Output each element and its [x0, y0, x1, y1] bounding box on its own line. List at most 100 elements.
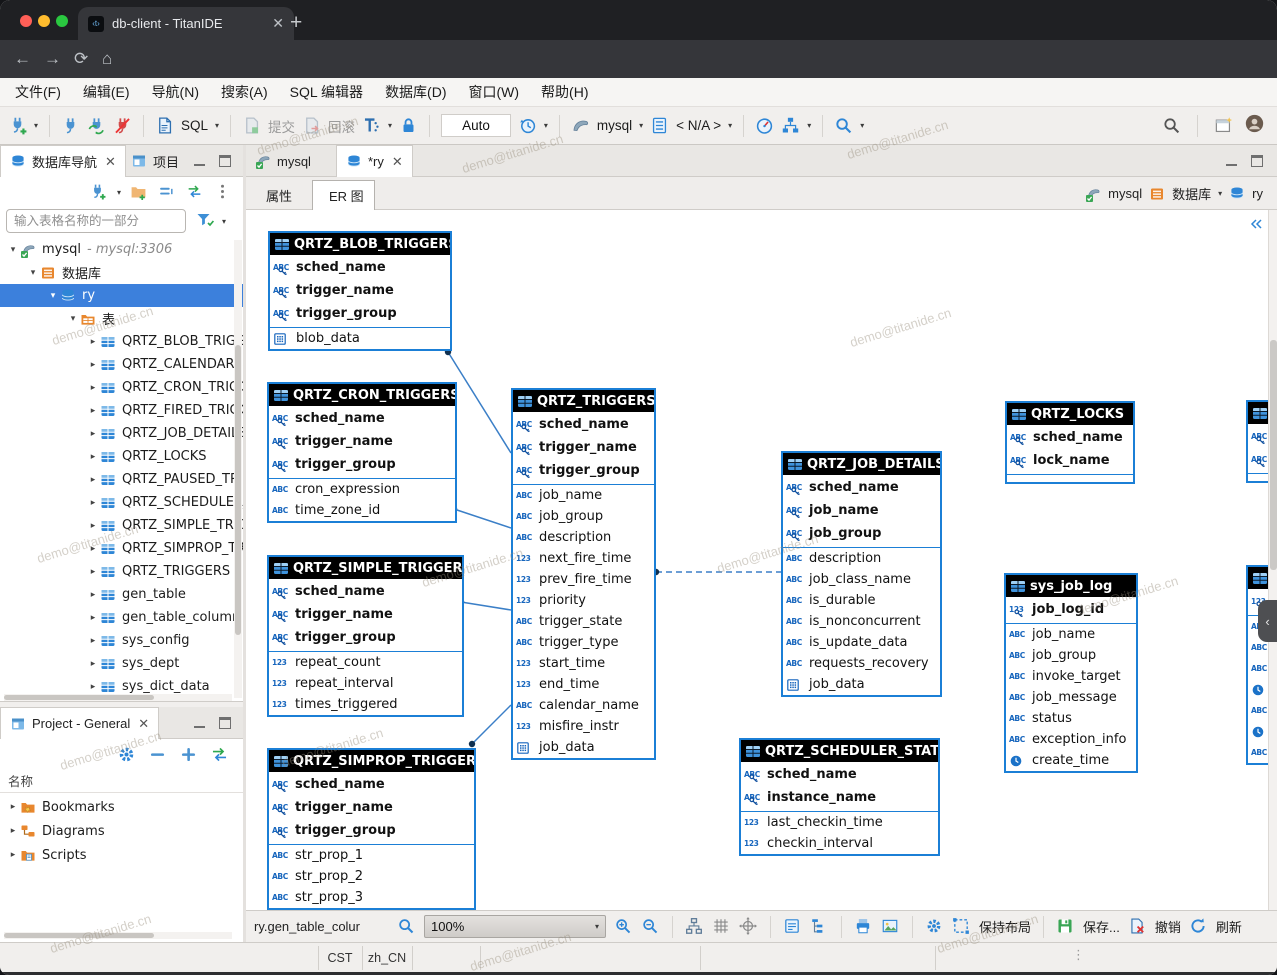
- transaction-caret-icon[interactable]: ▾: [388, 121, 392, 130]
- tree-expander-icon[interactable]: ▸: [86, 636, 100, 646]
- project-horizontal-scrollbar[interactable]: [4, 932, 232, 939]
- tree-expander-icon[interactable]: ▸: [86, 521, 100, 531]
- db-search-caret-icon[interactable]: ▾: [860, 121, 864, 130]
- er-entity-header[interactable]: QRTZ_JOB_DETAILS: [783, 453, 940, 475]
- er-field-trigger_name[interactable]: ABCtrigger_name: [269, 796, 474, 819]
- er-entity-clipped[interactable]: ABCABC: [1246, 400, 1268, 483]
- er-field-clipped[interactable]: ABC: [1248, 658, 1268, 679]
- er-field-str_prop_3[interactable]: ABCstr_prop_3: [269, 887, 474, 908]
- tree-item-QRTZ_CALENDARS[interactable]: ▸QRTZ_CALENDARS: [0, 353, 243, 376]
- project-maximize-icon[interactable]: [219, 717, 231, 729]
- er-field-job_group[interactable]: ABCjob_group: [513, 506, 654, 527]
- er-field-time_zone_id[interactable]: ABCtime_zone_id: [269, 500, 455, 521]
- er-entity-header[interactable]: QRTZ_CRON_TRIGGERS: [269, 384, 455, 406]
- browser-tab[interactable]: ‹t› db-client - TitanIDE ✕: [78, 7, 294, 40]
- er-field-trigger_group[interactable]: ABCtrigger_group: [270, 302, 450, 325]
- er-field-invoke_target[interactable]: ABCinvoke_target: [1006, 666, 1136, 687]
- editor-tab-ry[interactable]: *ry ✕: [336, 145, 413, 177]
- tab-database-navigator[interactable]: 数据库导航 ✕: [0, 145, 126, 177]
- project-minimize-icon[interactable]: [194, 717, 205, 728]
- subtab-er-diagram[interactable]: ER 图: [312, 180, 375, 210]
- er-entity-header[interactable]: QRTZ_SIMPROP_TRIGGERS: [269, 750, 474, 772]
- er-entity-QRTZ_SCHEDULER_STATE[interactable]: QRTZ_SCHEDULER_STATEABCsched_nameABCinst…: [739, 738, 940, 856]
- fit-page-icon[interactable]: [739, 917, 758, 936]
- palette-handle[interactable]: ‹: [1258, 600, 1277, 642]
- er-field-priority[interactable]: 123priority: [513, 590, 654, 611]
- er-field-trigger_name[interactable]: ABCtrigger_name: [269, 430, 455, 453]
- er-field-trigger_type[interactable]: ABCtrigger_type: [513, 632, 654, 653]
- project-expander-icon[interactable]: ▸: [6, 802, 20, 812]
- er-field-calendar_name[interactable]: ABCcalendar_name: [513, 695, 654, 716]
- er-entity-header[interactable]: QRTZ_LOCKS: [1007, 403, 1133, 425]
- project-expander-icon[interactable]: ▸: [6, 850, 20, 860]
- refresh-icon[interactable]: [1189, 917, 1208, 936]
- show-attributes-icon[interactable]: [810, 917, 829, 936]
- er-entity-header[interactable]: [1248, 567, 1268, 589]
- tree-expander-icon[interactable]: ▸: [86, 659, 100, 669]
- breadcrumb-schema[interactable]: ry: [1252, 186, 1263, 201]
- er-field-str_prop_2[interactable]: ABCstr_prop_2: [269, 866, 474, 887]
- editor-tab-mysql[interactable]: mysql: [246, 145, 320, 177]
- tree-expander-icon[interactable]: ▸: [86, 475, 100, 485]
- er-field-times_triggered[interactable]: 123times_triggered: [269, 694, 462, 715]
- er-field-trigger_name[interactable]: ABCtrigger_name: [269, 603, 462, 626]
- tab-project-general[interactable]: Project - General ✕: [0, 707, 159, 739]
- subtab-properties[interactable]: 属性: [250, 180, 302, 210]
- toggle-grid-icon[interactable]: [712, 917, 731, 936]
- er-entity-QRTZ_TRIGGERS[interactable]: QRTZ_TRIGGERSABCsched_nameABCtrigger_nam…: [511, 388, 656, 760]
- show-notes-icon[interactable]: [783, 917, 802, 936]
- er-field-trigger_state[interactable]: ABCtrigger_state: [513, 611, 654, 632]
- tree-item-QRTZ_BLOB_TRIGGERS[interactable]: ▸QRTZ_BLOB_TRIGGERS: [0, 330, 243, 353]
- menu-窗口W[interactable]: 窗口(W): [458, 82, 531, 102]
- tree-item-表[interactable]: ▾表: [0, 307, 243, 330]
- new-connection-caret-icon[interactable]: ▾: [34, 121, 38, 130]
- tasks-caret-icon[interactable]: ▾: [807, 121, 811, 130]
- er-field-sched_name[interactable]: ABCsched_name: [269, 580, 462, 603]
- er-field-trigger_group[interactable]: ABCtrigger_group: [269, 453, 455, 476]
- status-grip-icon[interactable]: ⋮: [1072, 947, 1084, 963]
- er-field-sched_name[interactable]: ABCsched_name: [269, 407, 455, 430]
- er-field-job_name[interactable]: ABCjob_name: [783, 499, 940, 522]
- editor-maximize-icon[interactable]: [1251, 155, 1263, 167]
- er-field-checkin_interval[interactable]: 123checkin_interval: [741, 833, 938, 854]
- er-field-job_log_id[interactable]: 123job_log_id: [1006, 598, 1136, 621]
- tree-expander-icon[interactable]: ▾: [26, 268, 40, 278]
- er-field-job_class_name[interactable]: ABCjob_class_name: [783, 569, 940, 590]
- er-field-job_group[interactable]: ABCjob_group: [783, 522, 940, 545]
- rollback-icon[interactable]: [302, 116, 321, 135]
- maximize-window-button[interactable]: [56, 15, 68, 27]
- er-field-clipped[interactable]: ABC: [1248, 448, 1268, 471]
- er-field-is_nonconcurrent[interactable]: ABCis_nonconcurrent: [783, 611, 940, 632]
- breadcrumb-database[interactable]: 数据库: [1172, 184, 1211, 203]
- er-field-sched_name[interactable]: ABCsched_name: [269, 773, 474, 796]
- er-field-sched_name[interactable]: ABCsched_name: [783, 476, 940, 499]
- diagram-search-text[interactable]: ry.gen_table_colur: [254, 919, 389, 934]
- er-field-str_prop_1[interactable]: ABCstr_prop_1: [269, 845, 474, 866]
- close-tab-icon[interactable]: ✕: [272, 15, 284, 32]
- er-field-trigger_group[interactable]: ABCtrigger_group: [269, 626, 462, 649]
- new-connection-icon[interactable]: [8, 116, 27, 135]
- new-tab-button[interactable]: +: [290, 9, 302, 37]
- table-filter-input[interactable]: [6, 209, 186, 233]
- er-field-description[interactable]: ABCdescription: [783, 548, 940, 569]
- er-field-clipped[interactable]: ABC: [1248, 700, 1268, 721]
- dashboard-icon[interactable]: [755, 116, 774, 135]
- close-window-button[interactable]: [20, 15, 32, 27]
- menu-编辑E[interactable]: 编辑(E): [72, 82, 141, 102]
- tree-expander-icon[interactable]: ▸: [86, 383, 100, 393]
- menu-数据库D[interactable]: 数据库(D): [374, 82, 457, 102]
- tree-item-gen_table[interactable]: ▸gen_table: [0, 583, 243, 606]
- filter-icon[interactable]: [196, 211, 216, 228]
- tree-expander-icon[interactable]: ▸: [86, 590, 100, 600]
- save-diagram-icon[interactable]: [1056, 917, 1075, 936]
- er-entity-QRTZ_SIMPLE_TRIGGERS[interactable]: QRTZ_SIMPLE_TRIGGERSABCsched_nameABCtrig…: [267, 555, 464, 717]
- disconnect-icon[interactable]: [113, 116, 132, 135]
- er-field-next_fire_time[interactable]: 123next_fire_time: [513, 548, 654, 569]
- tree-item-QRTZ_SIMPROP_TRIGGERS[interactable]: ▸QRTZ_SIMPROP_TRIGGERS: [0, 537, 243, 560]
- er-field-cron_expression[interactable]: ABCcron_expression: [269, 479, 455, 500]
- tree-expander-icon[interactable]: ▸: [86, 429, 100, 439]
- tree-item-sys_config[interactable]: ▸sys_config: [0, 629, 243, 652]
- er-entity-header[interactable]: QRTZ_SIMPLE_TRIGGERS: [269, 557, 462, 579]
- er-field-repeat_interval[interactable]: 123repeat_interval: [269, 673, 462, 694]
- er-entity-header[interactable]: QRTZ_TRIGGERS: [513, 390, 654, 412]
